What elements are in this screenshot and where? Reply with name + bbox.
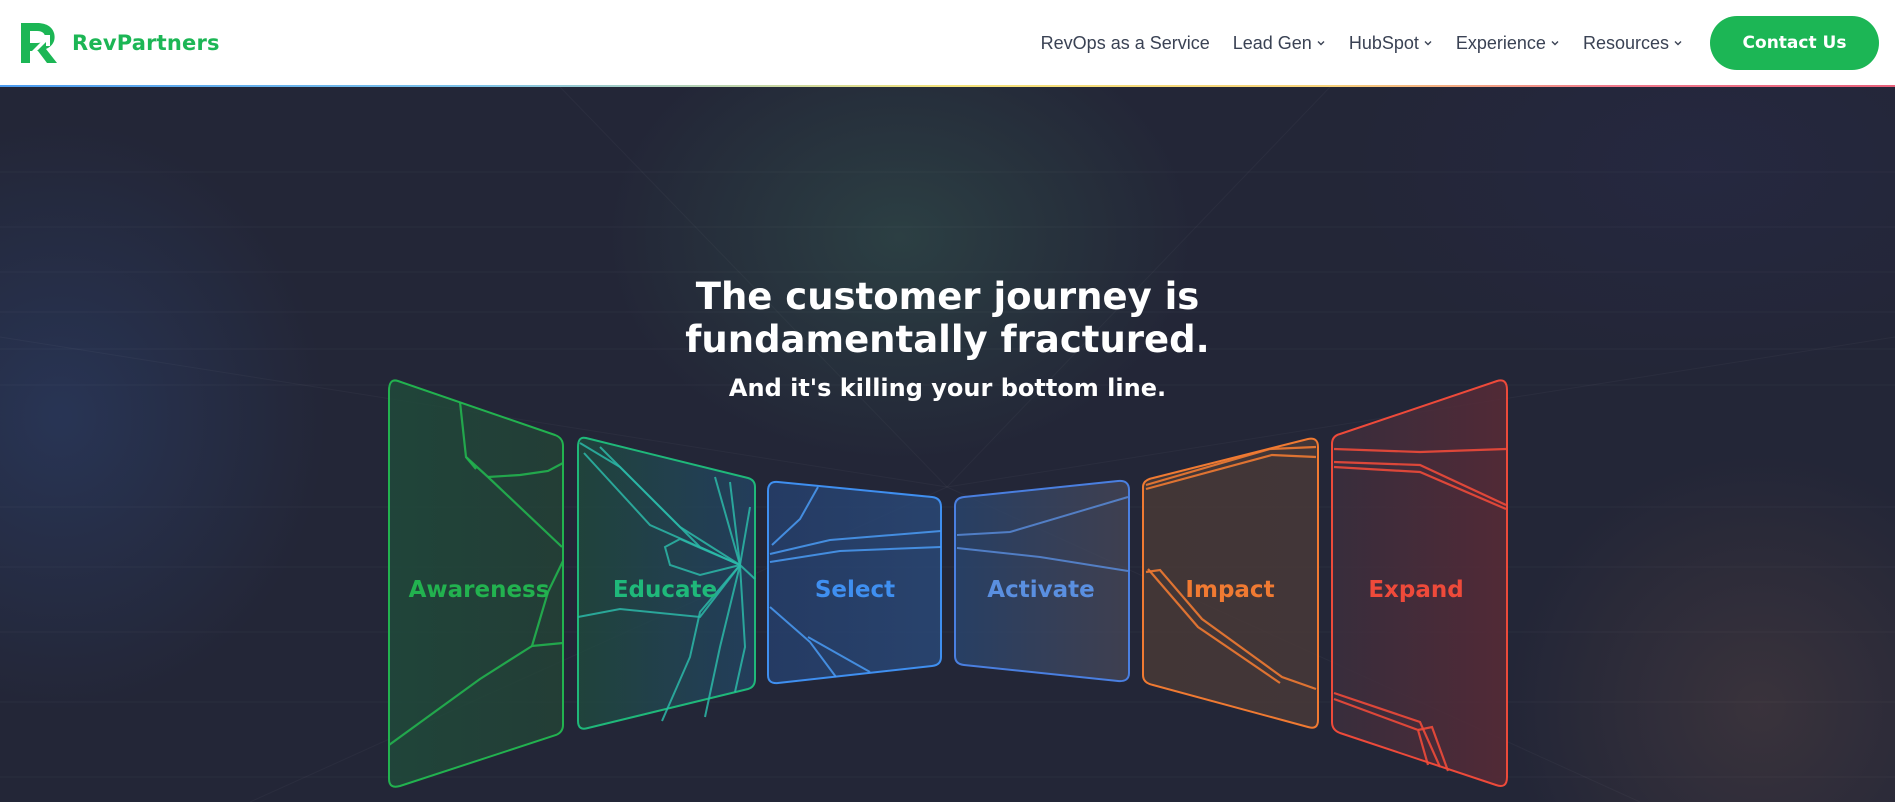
journey-stage-panels: Awareness Educate Select Activate Impact… xyxy=(388,379,1508,788)
stage-panel-expand: Expand xyxy=(1331,379,1508,787)
stage-label-expand: Expand xyxy=(1368,577,1463,603)
stage-panel-select: Select xyxy=(767,480,942,685)
stage-panel-impact: Impact xyxy=(1142,437,1319,729)
brand-name: RevPartners xyxy=(72,31,220,55)
chevron-down-icon xyxy=(1551,41,1559,46)
stage-label-impact: Impact xyxy=(1185,577,1274,603)
main-nav: RevOps as a Service Lead Gen HubSpot Exp… xyxy=(1041,16,1879,70)
nav-item-lead-gen[interactable]: Lead Gen xyxy=(1233,33,1326,54)
chevron-down-icon xyxy=(1424,41,1432,46)
nav-item-hubspot[interactable]: HubSpot xyxy=(1349,33,1433,54)
nav-item-resources[interactable]: Resources xyxy=(1583,33,1683,54)
contact-us-button[interactable]: Contact Us xyxy=(1710,16,1879,70)
nav-item-experience[interactable]: Experience xyxy=(1456,33,1560,54)
nav-item-revops-as-a-service[interactable]: RevOps as a Service xyxy=(1041,33,1210,54)
stage-panel-activate: Activate xyxy=(954,479,1130,683)
nav-item-label: Resources xyxy=(1582,32,1669,53)
nav-item-label: Lead Gen xyxy=(1232,32,1312,53)
revpartners-logo-icon xyxy=(21,23,57,63)
stage-label-awareness: Awareness xyxy=(409,577,550,603)
chevron-down-icon xyxy=(1317,41,1325,46)
nav-item-label: RevOps as a Service xyxy=(1040,32,1210,53)
nav-item-label: Experience xyxy=(1455,32,1546,53)
stage-label-select: Select xyxy=(815,577,895,603)
hero-section: The customer journey is fundamentally fr… xyxy=(0,87,1895,802)
stage-panel-educate: Educate xyxy=(577,436,756,730)
header-accent-line xyxy=(0,85,1895,87)
site-header: RevPartners RevOps as a Service Lead Gen… xyxy=(0,0,1895,86)
stage-panel-awareness: Awareness xyxy=(388,379,564,788)
chevron-down-icon xyxy=(1674,41,1682,46)
stage-label-activate: Activate xyxy=(987,577,1094,603)
brand-logo[interactable]: RevPartners xyxy=(18,21,220,65)
nav-item-label: HubSpot xyxy=(1348,32,1419,53)
stage-label-educate: Educate xyxy=(613,577,717,603)
